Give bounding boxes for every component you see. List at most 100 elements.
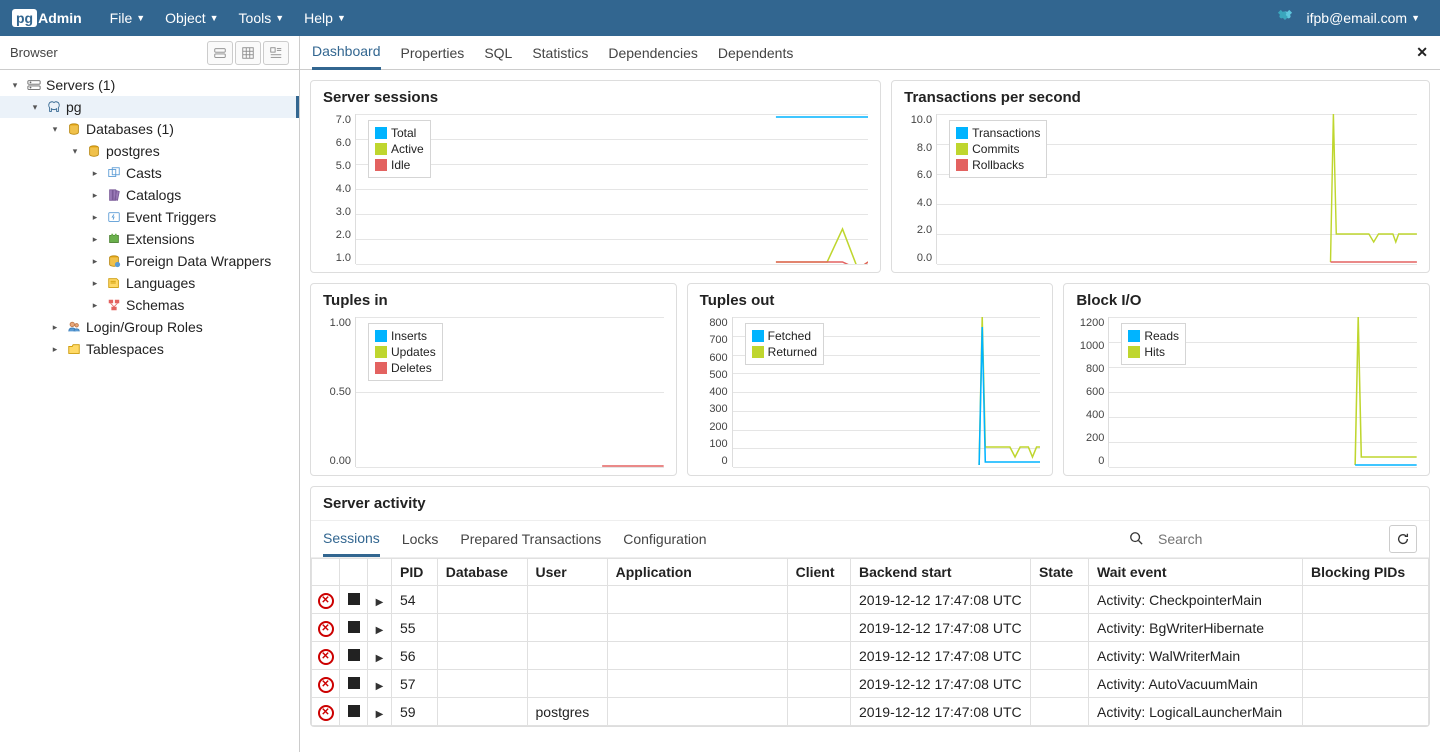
x-circle-icon: ✕ bbox=[318, 649, 334, 665]
menu-help[interactable]: Help▼ bbox=[296, 6, 354, 30]
terminate-session-button[interactable]: ✕ bbox=[312, 642, 340, 670]
cell-application bbox=[607, 698, 787, 726]
menu-tools[interactable]: Tools▼ bbox=[231, 6, 293, 30]
top-menu-bar: pgAdmin File▼ Object▼ Tools▼ Help▼ ifpb@… bbox=[0, 0, 1440, 36]
cell-backend-start: 2019-12-12 17:47:08 UTC bbox=[850, 698, 1030, 726]
tree-node-databases[interactable]: ▾Databases (1) bbox=[0, 118, 299, 140]
activity-tab-prepared[interactable]: Prepared Transactions bbox=[460, 521, 601, 557]
chart-plot-area: Transactions Commits Rollbacks bbox=[936, 114, 1417, 264]
chevron-down-icon: ▾ bbox=[28, 100, 42, 114]
tab-properties[interactable]: Properties bbox=[401, 36, 465, 70]
cell-user bbox=[527, 586, 607, 614]
tab-sql[interactable]: SQL bbox=[484, 36, 512, 70]
chevron-down-icon: ▾ bbox=[8, 78, 22, 92]
cell-backend-start: 2019-12-12 17:47:08 UTC bbox=[850, 614, 1030, 642]
cell-database bbox=[437, 642, 527, 670]
cell-pid: 57 bbox=[392, 670, 438, 698]
terminate-session-button[interactable]: ✕ bbox=[312, 670, 340, 698]
browser-tool-filter-icon[interactable] bbox=[263, 41, 289, 65]
activity-tab-sessions[interactable]: Sessions bbox=[323, 521, 380, 557]
cell-state bbox=[1030, 642, 1088, 670]
chevron-right-icon: ▸ bbox=[88, 276, 102, 290]
menu-object[interactable]: Object▼ bbox=[157, 6, 226, 30]
refresh-button[interactable] bbox=[1389, 525, 1417, 553]
activity-tab-configuration[interactable]: Configuration bbox=[623, 521, 706, 557]
activity-tab-locks[interactable]: Locks bbox=[402, 521, 439, 557]
terminate-session-button[interactable]: ✕ bbox=[312, 614, 340, 642]
browser-tree: ▾Servers (1) ▾pg ▾Databases (1) ▾postgre… bbox=[0, 70, 299, 752]
cancel-query-button[interactable] bbox=[340, 614, 368, 642]
chevron-right-icon: ▶ bbox=[376, 625, 384, 636]
tab-dependents[interactable]: Dependents bbox=[718, 36, 794, 70]
tree-node-schemas[interactable]: ▸Schemas bbox=[0, 294, 299, 316]
tree-node-catalogs[interactable]: ▸Catalogs bbox=[0, 184, 299, 206]
expand-row-button[interactable]: ▶ bbox=[368, 642, 392, 670]
expand-row-button[interactable]: ▶ bbox=[368, 670, 392, 698]
cell-application bbox=[607, 670, 787, 698]
chevron-right-icon: ▶ bbox=[376, 597, 384, 608]
tab-dashboard[interactable]: Dashboard bbox=[312, 36, 381, 70]
cancel-query-button[interactable] bbox=[340, 586, 368, 614]
server-group-icon bbox=[26, 77, 42, 93]
tablespaces-icon bbox=[66, 341, 82, 357]
chart-svg bbox=[356, 114, 868, 264]
cell-client bbox=[787, 614, 850, 642]
cell-backend-start: 2019-12-12 17:47:08 UTC bbox=[850, 586, 1030, 614]
expand-row-button[interactable]: ▶ bbox=[368, 586, 392, 614]
expand-row-button[interactable]: ▶ bbox=[368, 614, 392, 642]
cancel-query-button[interactable] bbox=[340, 642, 368, 670]
casts-icon bbox=[106, 165, 122, 181]
top-menus: File▼ Object▼ Tools▼ Help▼ bbox=[102, 6, 354, 30]
tree-node-event-triggers[interactable]: ▸Event Triggers bbox=[0, 206, 299, 228]
cell-application bbox=[607, 614, 787, 642]
cell-pid: 54 bbox=[392, 586, 438, 614]
tree-node-postgres[interactable]: ▾postgres bbox=[0, 140, 299, 162]
y-axis: 10.0 8.0 6.0 4.0 2.0 0.0 bbox=[904, 114, 936, 264]
tree-node-casts[interactable]: ▸Casts bbox=[0, 162, 299, 184]
terminate-session-button[interactable]: ✕ bbox=[312, 698, 340, 726]
chevron-down-icon: ▾ bbox=[48, 122, 62, 136]
tab-dependencies[interactable]: Dependencies bbox=[608, 36, 698, 70]
tree-node-login-roles[interactable]: ▸Login/Group Roles bbox=[0, 316, 299, 338]
cell-state bbox=[1030, 670, 1088, 698]
card-server-activity: Server activity Sessions Locks Prepared … bbox=[310, 486, 1430, 727]
table-row: ✕▶552019-12-12 17:47:08 UTCActivity: BgW… bbox=[312, 614, 1429, 642]
tree-node-languages[interactable]: ▸Languages bbox=[0, 272, 299, 294]
close-icon[interactable]: ✕ bbox=[1416, 44, 1428, 61]
card-title: Tuples in bbox=[311, 284, 676, 313]
chevron-down-icon: ▼ bbox=[136, 13, 145, 23]
search-input[interactable] bbox=[1151, 525, 1381, 553]
tab-statistics[interactable]: Statistics bbox=[532, 36, 588, 70]
tabs-bar: Dashboard Properties SQL Statistics Depe… bbox=[300, 36, 1440, 70]
y-axis: 7.0 6.0 5.0 4.0 3.0 2.0 1.0 bbox=[323, 114, 355, 264]
chevron-right-icon: ▸ bbox=[88, 232, 102, 246]
card-tuples-out: Tuples out 800 700 600 500 400 300 bbox=[687, 283, 1054, 476]
cell-blocking-pids bbox=[1303, 698, 1429, 726]
browser-tool-server-icon[interactable] bbox=[207, 41, 233, 65]
tree-node-servers[interactable]: ▾Servers (1) bbox=[0, 74, 299, 96]
cancel-query-button[interactable] bbox=[340, 670, 368, 698]
cancel-query-button[interactable] bbox=[340, 698, 368, 726]
chevron-right-icon: ▸ bbox=[48, 342, 62, 356]
browser-tool-table-icon[interactable] bbox=[235, 41, 261, 65]
tree-node-pg[interactable]: ▾pg bbox=[0, 96, 299, 118]
tree-node-fdw[interactable]: ▸Foreign Data Wrappers bbox=[0, 250, 299, 272]
tree-node-extensions[interactable]: ▸Extensions bbox=[0, 228, 299, 250]
catalogs-icon bbox=[106, 187, 122, 203]
stop-icon bbox=[348, 649, 360, 661]
card-tuples-in: Tuples in 1.00 0.50 0.00 bbox=[310, 283, 677, 476]
expand-row-button[interactable]: ▶ bbox=[368, 698, 392, 726]
terminate-session-button[interactable]: ✕ bbox=[312, 586, 340, 614]
database-icon bbox=[66, 121, 82, 137]
logo-prefix: pg bbox=[12, 9, 37, 27]
tree-node-tablespaces[interactable]: ▸Tablespaces bbox=[0, 338, 299, 360]
event-triggers-icon bbox=[106, 209, 122, 225]
card-title: Transactions per second bbox=[892, 81, 1429, 110]
cell-blocking-pids bbox=[1303, 642, 1429, 670]
user-menu[interactable]: ifpb@email.com▼ bbox=[1299, 6, 1429, 30]
extensions-icon bbox=[106, 231, 122, 247]
menu-file[interactable]: File▼ bbox=[102, 6, 153, 30]
chevron-right-icon: ▸ bbox=[88, 210, 102, 224]
cell-blocking-pids bbox=[1303, 614, 1429, 642]
card-transactions-per-second: Transactions per second 10.0 8.0 6.0 4.0… bbox=[891, 80, 1430, 273]
